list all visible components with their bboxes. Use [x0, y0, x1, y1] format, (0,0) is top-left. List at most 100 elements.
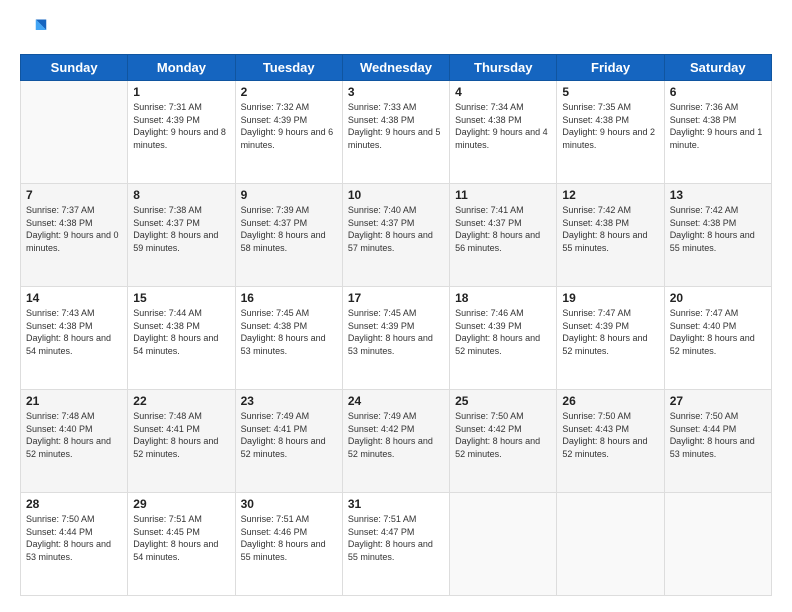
calendar-cell [21, 81, 128, 184]
cell-info: Sunrise: 7:49 AMSunset: 4:41 PMDaylight:… [241, 410, 337, 460]
day-number: 1 [133, 85, 229, 99]
day-number: 6 [670, 85, 766, 99]
cell-info: Sunrise: 7:50 AMSunset: 4:44 PMDaylight:… [26, 513, 122, 563]
calendar-table: SundayMondayTuesdayWednesdayThursdayFrid… [20, 54, 772, 596]
calendar-cell: 17 Sunrise: 7:45 AMSunset: 4:39 PMDayligh… [342, 287, 449, 390]
day-number: 29 [133, 497, 229, 511]
calendar-cell: 6 Sunrise: 7:36 AMSunset: 4:38 PMDaylight… [664, 81, 771, 184]
cell-info: Sunrise: 7:38 AMSunset: 4:37 PMDaylight:… [133, 204, 229, 254]
day-number: 27 [670, 394, 766, 408]
day-number: 12 [562, 188, 658, 202]
day-number: 13 [670, 188, 766, 202]
day-number: 24 [348, 394, 444, 408]
day-number: 17 [348, 291, 444, 305]
cell-info: Sunrise: 7:42 AMSunset: 4:38 PMDaylight:… [670, 204, 766, 254]
cell-info: Sunrise: 7:47 AMSunset: 4:40 PMDaylight:… [670, 307, 766, 357]
day-header-saturday: Saturday [664, 55, 771, 81]
day-number: 14 [26, 291, 122, 305]
day-number: 22 [133, 394, 229, 408]
day-number: 26 [562, 394, 658, 408]
day-number: 15 [133, 291, 229, 305]
day-number: 9 [241, 188, 337, 202]
calendar-cell [450, 493, 557, 596]
cell-info: Sunrise: 7:45 AMSunset: 4:38 PMDaylight:… [241, 307, 337, 357]
calendar-cell: 31 Sunrise: 7:51 AMSunset: 4:47 PMDayligh… [342, 493, 449, 596]
day-number: 3 [348, 85, 444, 99]
calendar-cell [557, 493, 664, 596]
calendar-cell: 13 Sunrise: 7:42 AMSunset: 4:38 PMDayligh… [664, 184, 771, 287]
calendar-cell: 12 Sunrise: 7:42 AMSunset: 4:38 PMDayligh… [557, 184, 664, 287]
calendar-cell: 16 Sunrise: 7:45 AMSunset: 4:38 PMDayligh… [235, 287, 342, 390]
calendar-cell: 26 Sunrise: 7:50 AMSunset: 4:43 PMDayligh… [557, 390, 664, 493]
header [20, 16, 772, 44]
day-number: 7 [26, 188, 122, 202]
cell-info: Sunrise: 7:42 AMSunset: 4:38 PMDaylight:… [562, 204, 658, 254]
day-header-thursday: Thursday [450, 55, 557, 81]
logo [20, 16, 52, 44]
day-number: 23 [241, 394, 337, 408]
calendar-cell: 21Sunrise: 7:48 AMSunset: 4:40 PMDayligh… [21, 390, 128, 493]
calendar-cell: 29Sunrise: 7:51 AMSunset: 4:45 PMDayligh… [128, 493, 235, 596]
calendar-cell: 3 Sunrise: 7:33 AMSunset: 4:38 PMDaylight… [342, 81, 449, 184]
day-number: 20 [670, 291, 766, 305]
cell-info: Sunrise: 7:32 AMSunset: 4:39 PMDaylight:… [241, 101, 337, 151]
day-header-wednesday: Wednesday [342, 55, 449, 81]
day-number: 10 [348, 188, 444, 202]
calendar-cell: 4 Sunrise: 7:34 AMSunset: 4:38 PMDaylight… [450, 81, 557, 184]
page: SundayMondayTuesdayWednesdayThursdayFrid… [0, 0, 792, 612]
calendar-cell: 25 Sunrise: 7:50 AMSunset: 4:42 PMDayligh… [450, 390, 557, 493]
calendar-cell: 11 Sunrise: 7:41 AMSunset: 4:37 PMDayligh… [450, 184, 557, 287]
cell-info: Sunrise: 7:41 AMSunset: 4:37 PMDaylight:… [455, 204, 551, 254]
day-number: 8 [133, 188, 229, 202]
day-number: 16 [241, 291, 337, 305]
cell-info: Sunrise: 7:50 AMSunset: 4:42 PMDaylight:… [455, 410, 551, 460]
cell-info: Sunrise: 7:44 AMSunset: 4:38 PMDaylight:… [133, 307, 229, 357]
calendar-cell: 2 Sunrise: 7:32 AMSunset: 4:39 PMDaylight… [235, 81, 342, 184]
calendar-cell: 30 Sunrise: 7:51 AMSunset: 4:46 PMDayligh… [235, 493, 342, 596]
cell-info: Sunrise: 7:35 AMSunset: 4:38 PMDaylight:… [562, 101, 658, 151]
day-number: 31 [348, 497, 444, 511]
calendar-cell: 7 Sunrise: 7:37 AMSunset: 4:38 PMDaylight… [21, 184, 128, 287]
cell-info: Sunrise: 7:37 AMSunset: 4:38 PMDaylight:… [26, 204, 122, 254]
day-number: 19 [562, 291, 658, 305]
calendar-cell: 28 Sunrise: 7:50 AMSunset: 4:44 PMDayligh… [21, 493, 128, 596]
cell-info: Sunrise: 7:51 AMSunset: 4:47 PMDaylight:… [348, 513, 444, 563]
calendar-cell: 20 Sunrise: 7:47 AMSunset: 4:40 PMDayligh… [664, 287, 771, 390]
day-header-tuesday: Tuesday [235, 55, 342, 81]
calendar-cell: 10Sunrise: 7:40 AMSunset: 4:37 PMDayligh… [342, 184, 449, 287]
cell-info: Sunrise: 7:50 AMSunset: 4:44 PMDaylight:… [670, 410, 766, 460]
calendar-cell: 24 Sunrise: 7:49 AMSunset: 4:42 PMDayligh… [342, 390, 449, 493]
cell-info: Sunrise: 7:48 AMSunset: 4:41 PMDaylight:… [133, 410, 229, 460]
logo-icon [20, 16, 48, 44]
cell-info: Sunrise: 7:45 AMSunset: 4:39 PMDaylight:… [348, 307, 444, 357]
day-number: 4 [455, 85, 551, 99]
day-number: 5 [562, 85, 658, 99]
calendar-cell: 18 Sunrise: 7:46 AMSunset: 4:39 PMDayligh… [450, 287, 557, 390]
cell-info: Sunrise: 7:31 AMSunset: 4:39 PMDaylight:… [133, 101, 229, 151]
calendar-cell [664, 493, 771, 596]
cell-info: Sunrise: 7:51 AMSunset: 4:46 PMDaylight:… [241, 513, 337, 563]
day-number: 25 [455, 394, 551, 408]
day-number: 28 [26, 497, 122, 511]
cell-info: Sunrise: 7:50 AMSunset: 4:43 PMDaylight:… [562, 410, 658, 460]
day-number: 18 [455, 291, 551, 305]
cell-info: Sunrise: 7:39 AMSunset: 4:37 PMDaylight:… [241, 204, 337, 254]
calendar-cell: 19Sunrise: 7:47 AMSunset: 4:39 PMDayligh… [557, 287, 664, 390]
cell-info: Sunrise: 7:36 AMSunset: 4:38 PMDaylight:… [670, 101, 766, 151]
calendar-cell: 9 Sunrise: 7:39 AMSunset: 4:37 PMDaylight… [235, 184, 342, 287]
cell-info: Sunrise: 7:46 AMSunset: 4:39 PMDaylight:… [455, 307, 551, 357]
day-number: 11 [455, 188, 551, 202]
day-header-sunday: Sunday [21, 55, 128, 81]
cell-info: Sunrise: 7:49 AMSunset: 4:42 PMDaylight:… [348, 410, 444, 460]
cell-info: Sunrise: 7:48 AMSunset: 4:40 PMDaylight:… [26, 410, 122, 460]
calendar-cell: 22 Sunrise: 7:48 AMSunset: 4:41 PMDayligh… [128, 390, 235, 493]
day-header-friday: Friday [557, 55, 664, 81]
cell-info: Sunrise: 7:33 AMSunset: 4:38 PMDaylight:… [348, 101, 444, 151]
calendar-cell: 23 Sunrise: 7:49 AMSunset: 4:41 PMDayligh… [235, 390, 342, 493]
cell-info: Sunrise: 7:34 AMSunset: 4:38 PMDaylight:… [455, 101, 551, 151]
day-number: 2 [241, 85, 337, 99]
calendar-cell: 8 Sunrise: 7:38 AMSunset: 4:37 PMDaylight… [128, 184, 235, 287]
calendar-cell: 14Sunrise: 7:43 AMSunset: 4:38 PMDayligh… [21, 287, 128, 390]
calendar-cell: 27 Sunrise: 7:50 AMSunset: 4:44 PMDayligh… [664, 390, 771, 493]
day-number: 30 [241, 497, 337, 511]
